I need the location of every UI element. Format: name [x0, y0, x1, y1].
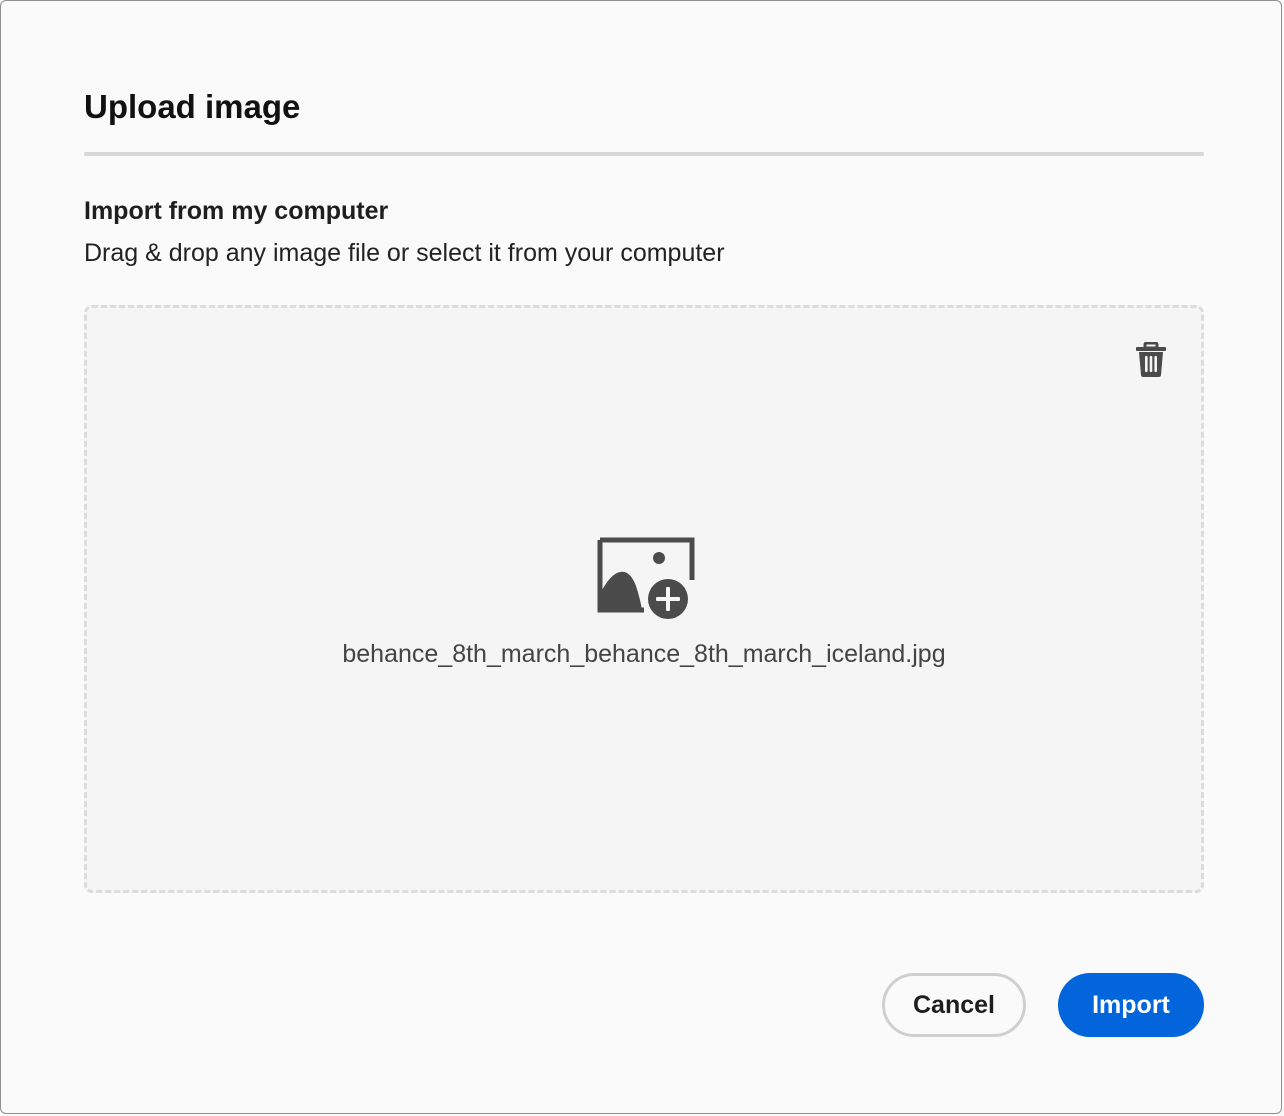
dialog-title: Upload image — [84, 88, 301, 125]
title-divider — [84, 152, 1204, 156]
import-section-heading: Import from my computer — [84, 197, 389, 225]
cancel-button[interactable]: Cancel — [882, 973, 1026, 1037]
import-section-description: Drag & drop any image file or select it … — [84, 239, 725, 267]
trash-icon[interactable] — [1134, 341, 1168, 378]
image-add-icon — [596, 536, 696, 623]
import-button[interactable]: Import — [1058, 973, 1204, 1037]
upload-image-dialog: Upload image Import from my computer Dra… — [0, 0, 1282, 1114]
selected-file-name: behance_8th_march_behance_8th_march_icel… — [342, 640, 946, 668]
file-dropzone[interactable]: behance_8th_march_behance_8th_march_icel… — [84, 305, 1204, 893]
